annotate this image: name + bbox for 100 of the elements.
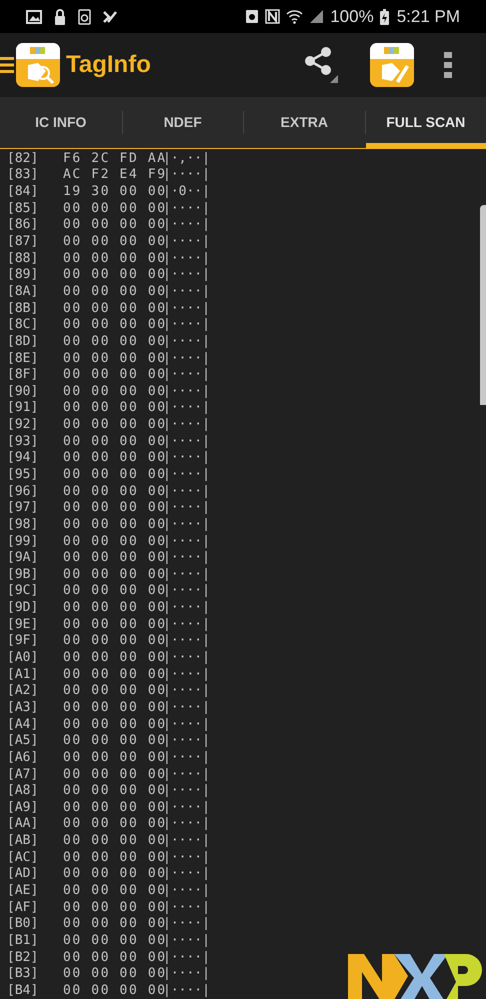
byte-values: 00 00 00 00 <box>63 334 163 348</box>
byte-values: 00 00 00 00 <box>63 418 163 432</box>
tab[interactable]: NDEF <box>122 97 243 148</box>
ascii-values: |····| <box>163 352 210 364</box>
memory-address: [95] <box>7 468 40 481</box>
byte-values: 00 00 00 00 <box>63 817 163 830</box>
byte-values: 00 00 00 00 <box>63 734 163 748</box>
byte-values: 00 00 00 00 <box>63 700 163 714</box>
ascii-values: |····| <box>163 618 210 631</box>
menu-icon[interactable] <box>0 55 14 75</box>
byte-values: 00 00 00 00 <box>63 850 163 864</box>
ascii-values: |····| <box>163 518 210 531</box>
lock-icon <box>54 8 66 24</box>
ascii-values: |····| <box>163 700 210 714</box>
byte-values: 00 00 00 00 <box>63 718 163 731</box>
byte-values: 00 00 00 00 <box>63 318 163 332</box>
sync-icon <box>78 8 91 24</box>
more-icon[interactable] <box>444 52 452 78</box>
memory-address: [92] <box>7 418 40 432</box>
ascii-values: |····| <box>163 734 210 748</box>
memory-address: [86] <box>7 218 40 232</box>
app-icon <box>370 43 414 87</box>
memory-address: [94] <box>7 451 40 464</box>
tab[interactable]: FULL SCAN <box>366 97 486 148</box>
byte-values: 00 00 00 00 <box>63 268 163 282</box>
byte-values: 00 00 00 00 <box>63 518 163 531</box>
byte-values: 00 00 00 00 <box>63 451 163 464</box>
ascii-values: |····| <box>163 718 210 731</box>
memory-address: [88] <box>7 252 40 265</box>
memory-address: [8B] <box>7 302 40 315</box>
memory-address: [85] <box>7 202 40 215</box>
byte-values: F6 2C FD AA <box>63 152 163 165</box>
memory-address: [84] <box>7 185 40 198</box>
byte-values: 00 00 00 00 <box>63 501 163 514</box>
byte-values: 00 00 00 00 <box>63 284 163 298</box>
tab[interactable]: IC INFO <box>0 97 122 148</box>
byte-values: 00 00 00 00 <box>63 601 163 614</box>
ascii-values: |·0··| <box>163 185 210 198</box>
ascii-values: |····| <box>163 168 210 182</box>
memory-address: [A1] <box>7 668 40 681</box>
ascii-values: |····| <box>163 252 210 265</box>
byte-values: 00 00 00 00 <box>63 302 163 315</box>
memory-address: [B1] <box>7 934 40 947</box>
byte-values: 00 00 00 00 <box>63 834 163 848</box>
ascii-values: |····| <box>163 534 210 548</box>
ascii-values: |····| <box>163 768 210 781</box>
ascii-values: |····| <box>163 451 210 464</box>
memory-address: [8E] <box>7 352 40 364</box>
memory-address: [83] <box>7 168 40 182</box>
battery-saver-icon <box>245 9 260 24</box>
ascii-values: |····| <box>163 202 210 215</box>
byte-values: 00 00 00 00 <box>63 884 163 897</box>
memory-address: [9F] <box>7 634 40 648</box>
memory-address: [93] <box>7 434 40 448</box>
byte-values: 00 00 00 00 <box>63 384 163 398</box>
byte-values: 00 00 00 00 <box>63 484 163 498</box>
byte-values: 00 00 00 00 <box>63 867 163 880</box>
memory-address: [96] <box>7 484 40 498</box>
battery-icon <box>380 8 389 24</box>
ascii-values: |····| <box>163 967 210 980</box>
byte-values: 00 00 00 00 <box>63 434 163 448</box>
memory-address: [B0] <box>7 917 40 930</box>
ascii-values: |····| <box>163 684 210 698</box>
memory-address: [9C] <box>7 584 40 598</box>
byte-values: 00 00 00 00 <box>63 352 163 364</box>
ascii-values: |····| <box>163 268 210 282</box>
app-icon <box>16 43 60 87</box>
ascii-values: |····| <box>163 501 210 514</box>
ascii-values: |····| <box>163 584 210 598</box>
tab[interactable]: EXTRA <box>244 97 364 148</box>
clock: 5:21 PM <box>396 6 460 28</box>
byte-values: 00 00 00 00 <box>63 900 163 914</box>
battery-percent: 100% <box>330 6 374 28</box>
ascii-values: |····| <box>163 817 210 830</box>
ascii-values: |····| <box>163 800 210 814</box>
memory-address: [8C] <box>7 318 40 332</box>
ascii-values: |····| <box>163 418 210 432</box>
ascii-values: |····| <box>163 651 210 664</box>
ascii-values: |····| <box>163 568 210 581</box>
byte-values: 00 00 00 00 <box>63 934 163 947</box>
ascii-values: |····| <box>163 867 210 880</box>
memory-address: [B2] <box>7 950 40 964</box>
ascii-values: |····| <box>163 950 210 964</box>
memory-address: [8D] <box>7 334 40 348</box>
memory-address: [AB] <box>7 834 40 848</box>
image-icon <box>26 10 42 24</box>
memory-address: [A9] <box>7 800 40 814</box>
memory-address: [90] <box>7 384 40 398</box>
byte-values: 00 00 00 00 <box>63 468 163 481</box>
memory-address: [8A] <box>7 284 40 298</box>
ascii-values: |····| <box>163 634 210 648</box>
ascii-values: |····| <box>163 401 210 414</box>
ascii-values: |····| <box>163 834 210 848</box>
ascii-values: |····| <box>163 284 210 298</box>
byte-values: 00 00 00 00 <box>63 800 163 814</box>
memory-address: [A8] <box>7 784 40 798</box>
memory-address: [91] <box>7 401 40 414</box>
ascii-values: |····| <box>163 318 210 332</box>
byte-values: 00 00 00 00 <box>63 750 163 764</box>
memory-address: [87] <box>7 235 40 248</box>
